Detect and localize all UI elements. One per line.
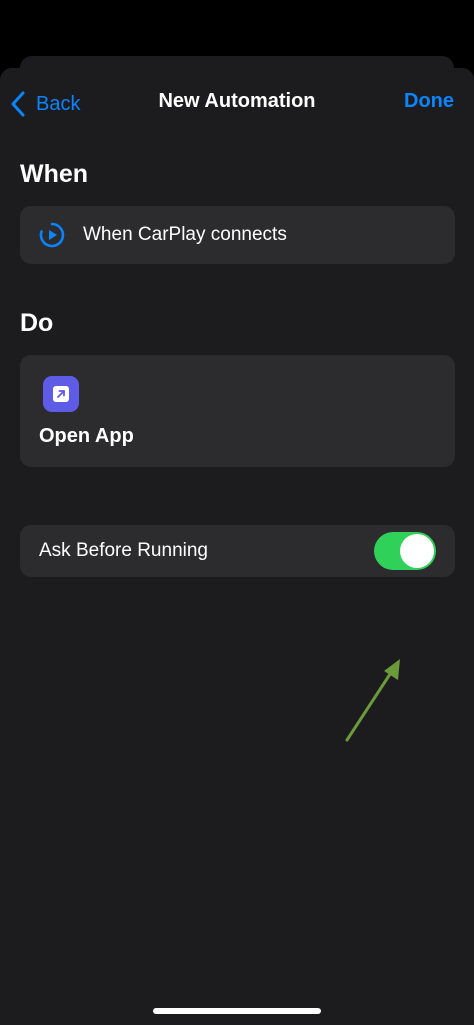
screen: Back New Automation Done When When CarPl…	[0, 0, 474, 1025]
done-button[interactable]: Done	[404, 90, 454, 113]
new-automation-sheet: Back New Automation Done When When CarPl…	[0, 68, 474, 1025]
do-heading: Do	[20, 309, 54, 337]
trigger-card[interactable]: When CarPlay connects	[20, 206, 455, 264]
ask-before-running-toggle[interactable]	[374, 532, 436, 570]
action-label: Open App	[39, 425, 134, 447]
annotation-arrow	[345, 659, 400, 742]
page-title: New Automation	[158, 90, 316, 112]
carplay-play-icon	[39, 222, 65, 248]
home-indicator[interactable]	[153, 1008, 321, 1014]
trigger-label: When CarPlay connects	[83, 224, 287, 245]
navigation-bar: Back New Automation Done	[0, 68, 474, 140]
toggle-knob	[400, 534, 434, 568]
when-heading: When	[20, 160, 89, 188]
ask-before-running-label: Ask Before Running	[39, 540, 208, 561]
action-card[interactable]: Open App	[20, 355, 455, 467]
open-app-icon	[43, 376, 79, 412]
ask-before-running-row: Ask Before Running	[20, 525, 455, 577]
